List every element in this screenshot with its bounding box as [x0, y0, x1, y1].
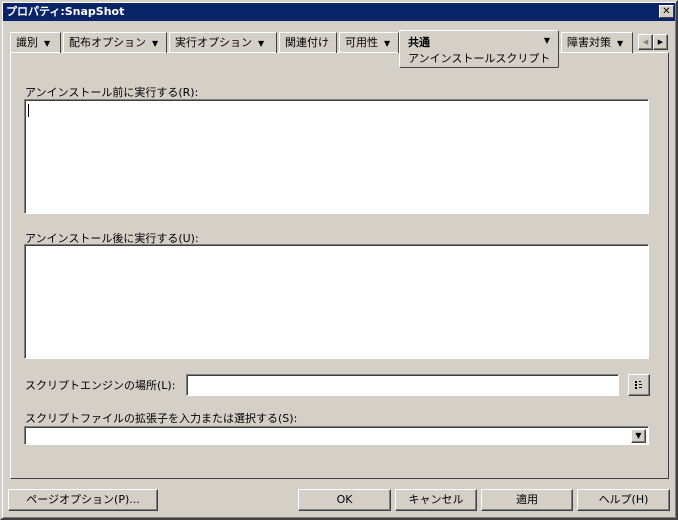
window-title: プロパティ:SnapShot: [6, 5, 125, 18]
tree-browse-icon: [635, 381, 642, 389]
ok-button[interactable]: OK: [298, 489, 391, 511]
tab-label: 識別: [16, 36, 38, 49]
tab-label: 配布オプション: [69, 36, 146, 49]
script-engine-label: スクリプトエンジンの場所(L):: [25, 379, 176, 392]
text-cursor: [28, 104, 29, 117]
tab-label: 障害対策: [567, 36, 611, 49]
tab-scroll-right-button[interactable]: ▶: [653, 34, 668, 50]
post-uninstall-textarea[interactable]: [24, 244, 649, 359]
browse-button[interactable]: [628, 374, 650, 396]
cancel-button[interactable]: キャンセル: [395, 489, 477, 511]
tab-run-options[interactable]: 実行オプション ▼: [169, 32, 277, 53]
title-bar: プロパティ:SnapShot: [3, 3, 675, 21]
tab-associations[interactable]: 関連付け: [279, 32, 337, 53]
script-engine-input[interactable]: [186, 374, 619, 396]
tab-fault-tolerance[interactable]: 障害対策 ▼: [561, 32, 633, 53]
pre-uninstall-textarea[interactable]: [24, 99, 649, 214]
tab-availability[interactable]: 可用性 ▼: [339, 32, 399, 53]
chevron-down-icon: ▼: [152, 39, 159, 48]
tab-identification[interactable]: 識別 ▼: [10, 32, 61, 53]
chevron-down-icon: ▼: [44, 39, 51, 48]
tab-label: 可用性: [345, 36, 378, 49]
chevron-down-icon: ▼: [258, 39, 265, 48]
pre-uninstall-label: アンインストール前に実行する(R):: [25, 86, 199, 99]
tab-label: 共通: [408, 36, 430, 49]
script-extension-label: スクリプトファイルの拡張子を入力または選択する(S):: [25, 412, 298, 425]
tab-label: 関連付け: [285, 36, 329, 49]
close-button[interactable]: ✕: [659, 5, 674, 18]
subtab-uninstall-script[interactable]: アンインストールスクリプト: [408, 50, 550, 66]
help-button[interactable]: ヘルプ(H): [577, 489, 670, 511]
tab-scroll-left-button[interactable]: ◀: [638, 34, 653, 50]
chevron-down-icon: ▼: [384, 39, 391, 48]
page-options-button[interactable]: ページオプション(P)...: [8, 489, 158, 511]
script-extension-combobox[interactable]: ▼: [24, 426, 649, 445]
tab-common[interactable]: 共通 ▼ アンインストールスクリプト: [399, 30, 559, 68]
apply-button[interactable]: 適用: [481, 489, 573, 511]
tab-label: 実行オプション: [175, 36, 252, 49]
chevron-down-icon: ▼: [543, 36, 550, 45]
chevron-down-icon: ▼: [617, 39, 624, 48]
chevron-down-icon[interactable]: ▼: [631, 429, 646, 443]
tab-distribution-options[interactable]: 配布オプション ▼: [63, 32, 167, 53]
